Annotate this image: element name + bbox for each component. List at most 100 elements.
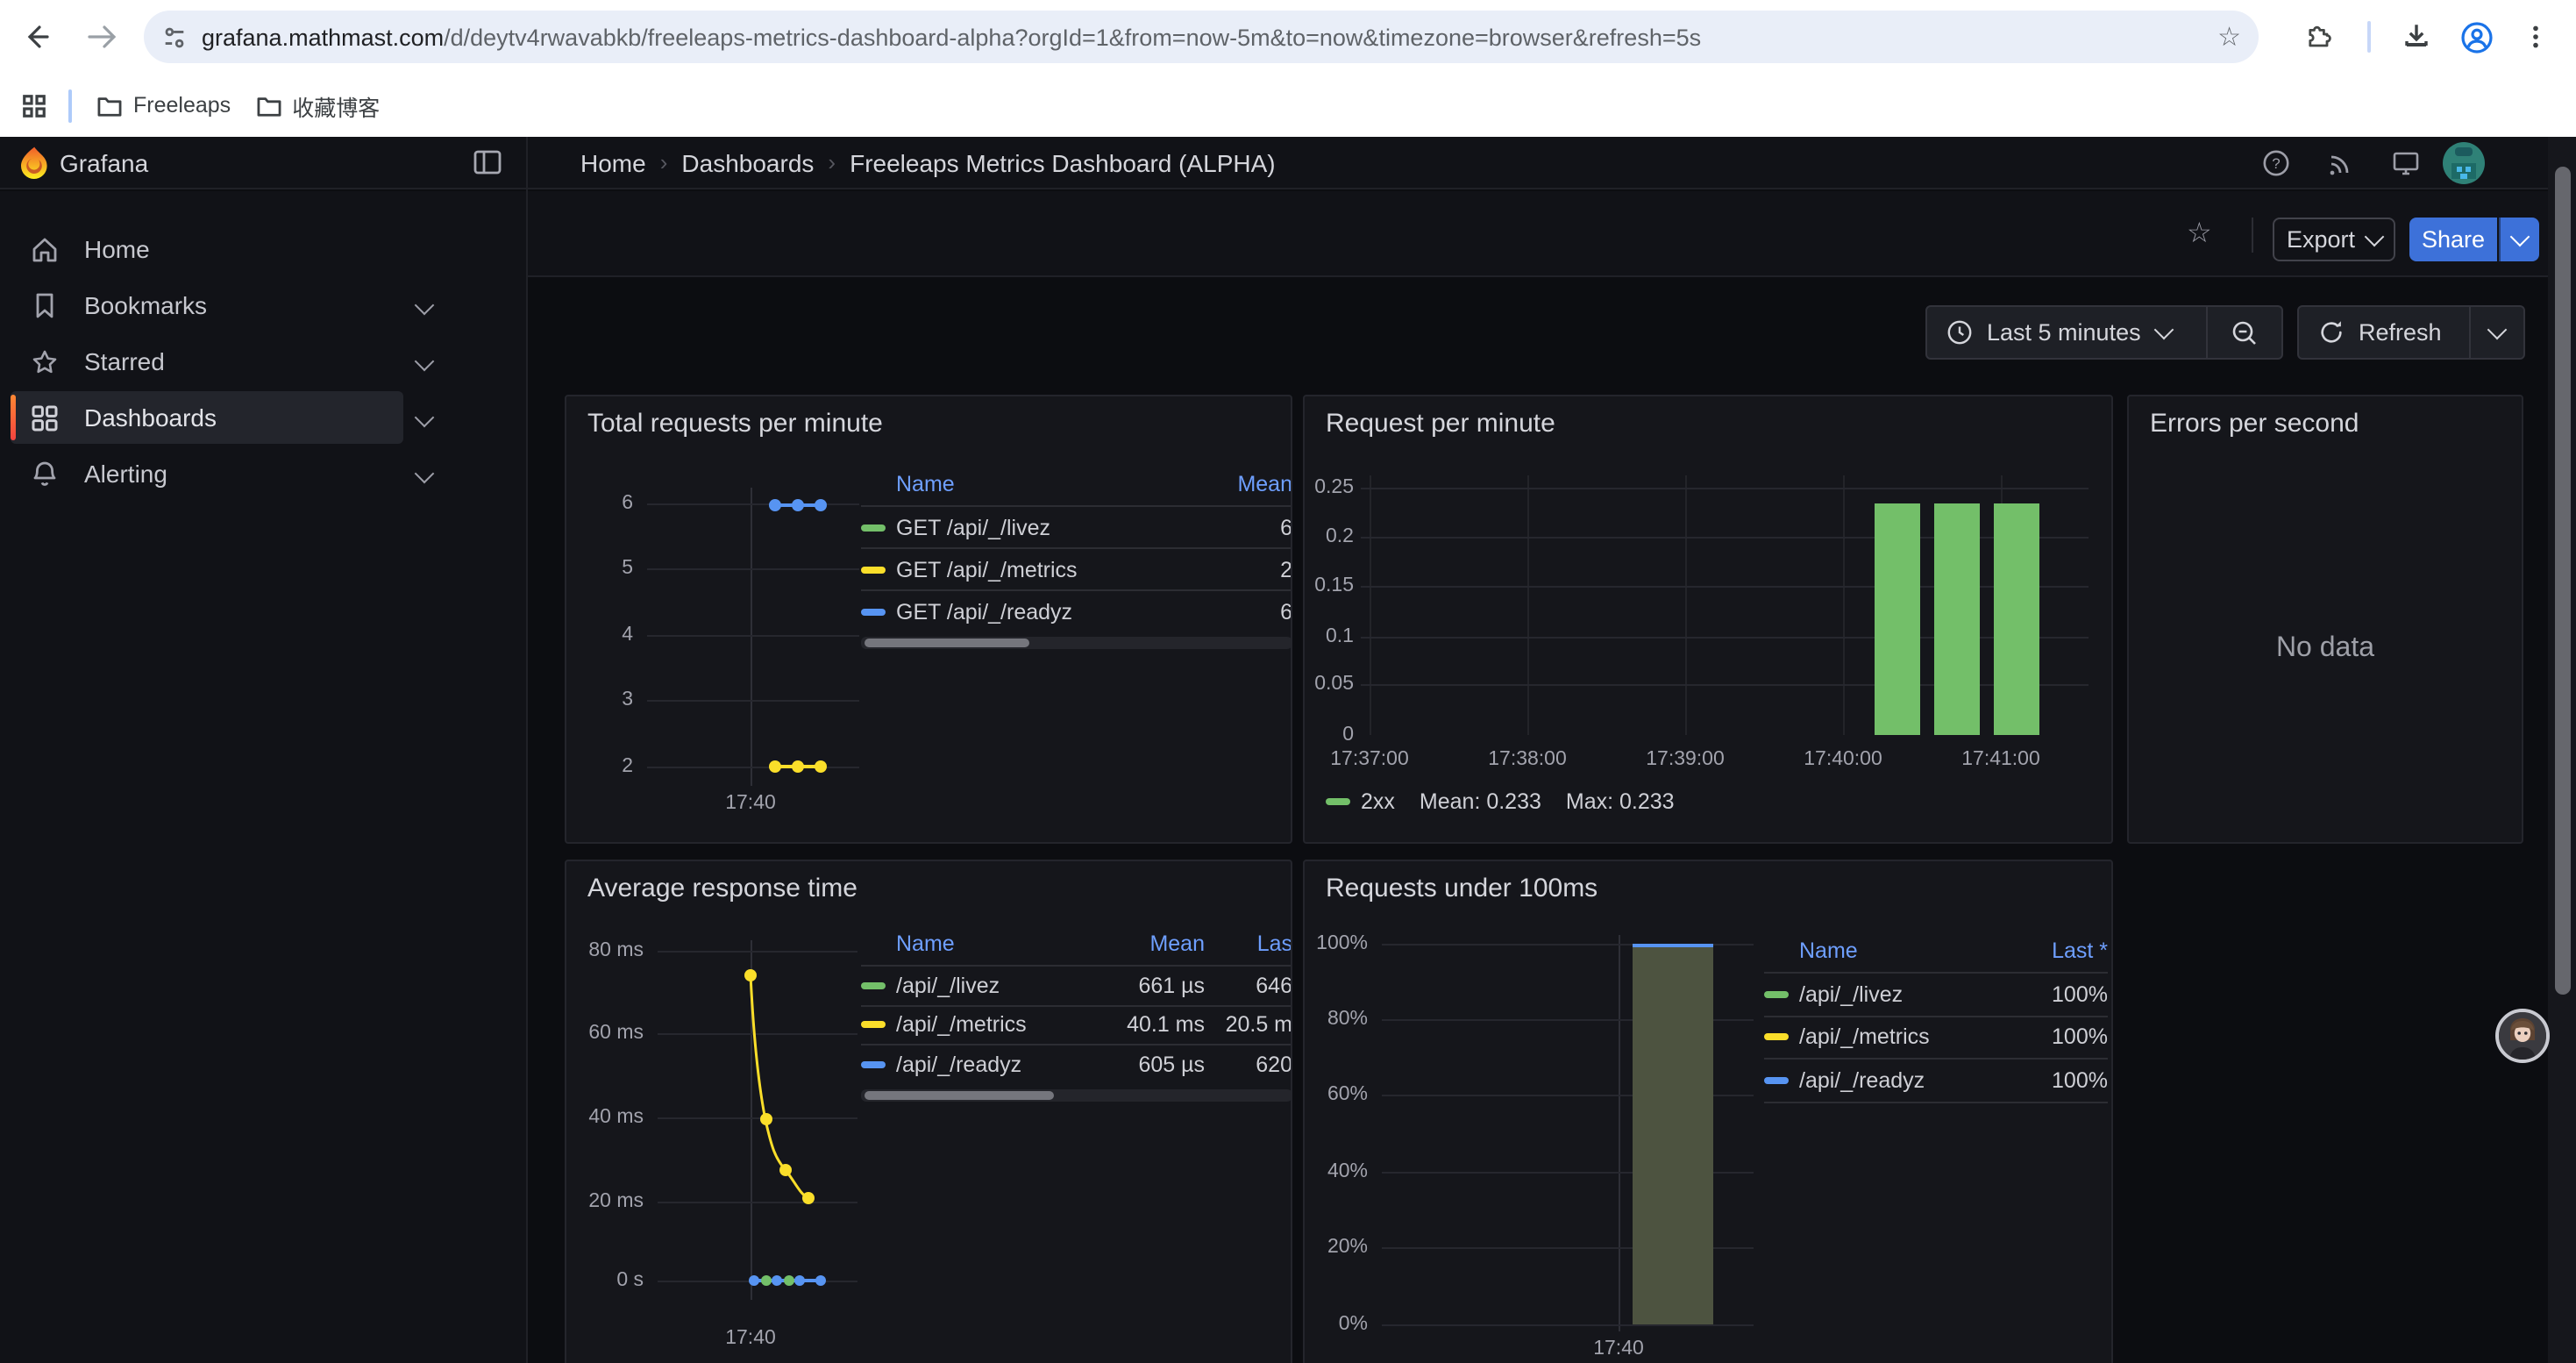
series-name[interactable]: /api/_/livez [896, 974, 1096, 998]
export-button[interactable]: Export [2273, 218, 2395, 261]
series-name[interactable]: /api/_/readyz [1799, 1068, 2017, 1093]
legend-row[interactable]: GET /api/_/metrics 2 [861, 547, 1292, 589]
plot-area[interactable] [647, 488, 859, 786]
sidebar-item-label: Home [84, 235, 150, 263]
user-avatar[interactable] [2443, 142, 2485, 184]
panel-title[interactable]: Total requests per minute [587, 409, 883, 439]
series-name[interactable]: GET /api/_/livez [896, 515, 1187, 539]
legend-mean-header[interactable]: Mean [1096, 931, 1205, 956]
downloads-button[interactable] [2395, 16, 2437, 58]
series-name[interactable]: /api/_/metrics [896, 1013, 1096, 1038]
series-name[interactable]: /api/_/livez [1799, 982, 2017, 1007]
legend-scrollbar[interactable] [861, 637, 1292, 649]
legend-scrollbar[interactable] [861, 1088, 1292, 1101]
series-name[interactable]: /api/_/readyz [896, 1053, 1096, 1077]
series-name[interactable]: GET /api/_/metrics [896, 557, 1187, 582]
url-bar[interactable]: grafana.mathmast.com/d/deytv4rwavabkb/fr… [144, 11, 2259, 63]
share-button[interactable]: Share [2409, 218, 2497, 261]
refresh-interval-dropdown[interactable] [2471, 307, 2523, 358]
panel-avg-response-time[interactable]: Average response time 80 ms 60 ms 40 ms … [565, 860, 1292, 1363]
legend-row[interactable]: /api/_/livez 100% [1764, 972, 2108, 1015]
panel-title[interactable]: Requests under 100ms [1326, 874, 1598, 903]
legend-row[interactable]: /api/_/metrics 40.1 ms 20.5 m [861, 1004, 1292, 1044]
display-button[interactable] [2392, 149, 2420, 177]
favorite-dashboard-star-icon[interactable]: ☆ [2187, 216, 2212, 251]
series-name[interactable]: 2xx [1361, 789, 1395, 814]
breadcrumb-separator: › [646, 149, 682, 175]
bookmark-folder-blogs[interactable]: 收藏博客 [255, 89, 380, 122]
series-name[interactable]: /api/_/metrics [1799, 1025, 2017, 1050]
zoom-out-button[interactable] [2208, 307, 2281, 358]
page-scrollbar-thumb[interactable] [2554, 167, 2570, 995]
legend-row[interactable]: /api/_/livez 661 µs 646 [861, 965, 1292, 1004]
data-point [760, 1275, 771, 1286]
sidebar-item-starred[interactable]: Starred [11, 335, 403, 388]
plot-area[interactable] [658, 940, 857, 1300]
help-button[interactable]: ? [2262, 149, 2290, 177]
breadcrumb-current-page: Freeleaps Metrics Dashboard (ALPHA) [850, 148, 1276, 176]
tune-icon[interactable] [161, 24, 188, 50]
grafana-logo[interactable] [18, 146, 51, 181]
panel-title[interactable]: Errors per second [2150, 409, 2359, 439]
svg-text:?: ? [2272, 155, 2280, 172]
series-name[interactable]: GET /api/_/readyz [896, 599, 1187, 624]
data-point [815, 498, 827, 510]
sidebar-item-home[interactable]: Home [11, 223, 403, 275]
sidebar-item-dashboards[interactable]: Dashboards [11, 391, 403, 444]
series-color-pill [861, 608, 886, 615]
x-tick: 17:37:00 [1330, 749, 1409, 770]
chevron-down-icon[interactable] [415, 352, 435, 372]
panel-request-per-minute[interactable]: Request per minute 0.25 0.2 0.15 0.1 0.0… [1303, 395, 2113, 844]
browser-forward-button[interactable] [81, 16, 123, 58]
plot-area[interactable] [1361, 475, 2089, 735]
page-scrollbar[interactable] [2548, 137, 2576, 1363]
bookmark-folder-freeleaps[interactable]: Freeleaps [96, 93, 231, 118]
panel-title[interactable]: Average response time [587, 874, 857, 903]
bookmark-star-icon[interactable]: ☆ [2217, 21, 2241, 53]
legend-last-header[interactable]: Last * [2017, 938, 2108, 963]
chevron-down-icon[interactable] [415, 408, 435, 428]
data-point [791, 760, 803, 773]
panel-title[interactable]: Request per minute [1326, 409, 1555, 439]
legend-scrollbar-thumb[interactable] [865, 639, 1029, 647]
brand-name[interactable]: Grafana [60, 149, 148, 177]
plot-area[interactable] [1382, 935, 1754, 1331]
legend-name-header[interactable]: Name [861, 931, 1096, 956]
series-mean: 6 [1187, 515, 1292, 539]
y-tick: 100% [1305, 933, 1368, 954]
legend-row[interactable]: GET /api/_/livez 6 [861, 505, 1292, 547]
browser-profile-button[interactable] [2455, 16, 2497, 58]
bookmark-icon [30, 290, 60, 320]
legend-row[interactable]: GET /api/_/readyz 6 [861, 589, 1292, 632]
share-dropdown-button[interactable] [2499, 218, 2539, 261]
apps-grid-button[interactable] [21, 92, 47, 118]
breadcrumb-dashboards[interactable]: Dashboards [681, 148, 814, 176]
legend-row[interactable]: /api/_/readyz 605 µs 620 [861, 1044, 1292, 1083]
time-range-picker[interactable]: Last 5 minutes [1925, 305, 2283, 360]
legend-last-header[interactable]: Las [1205, 931, 1292, 956]
legend-mean-header[interactable]: Mean [1187, 472, 1292, 496]
refresh-controls[interactable]: Refresh [2297, 305, 2525, 360]
sidebar-item-alerting[interactable]: Alerting [11, 447, 403, 500]
extensions-button[interactable] [2297, 16, 2339, 58]
dock-sidebar-button[interactable] [473, 149, 502, 175]
panel-total-requests[interactable]: Total requests per minute 6 5 4 3 2 17:4… [565, 395, 1292, 844]
panel-errors-per-second[interactable]: Errors per second No data [2127, 395, 2523, 844]
assistant-avatar[interactable] [2495, 1009, 2550, 1063]
chevron-down-icon[interactable] [415, 464, 435, 484]
browser-menu-button[interactable] [2515, 16, 2557, 58]
legend-scrollbar-thumb[interactable] [865, 1090, 1054, 1099]
legend-name-header[interactable]: Name [1764, 938, 2017, 963]
breadcrumb-home[interactable]: Home [580, 148, 646, 176]
chevron-down-icon[interactable] [415, 296, 435, 316]
legend-name-header[interactable]: Name [861, 472, 1187, 496]
kebab-menu-icon [2523, 25, 2548, 49]
sidebar-item-bookmarks[interactable]: Bookmarks [11, 279, 403, 332]
panel-requests-under-100ms[interactable]: Requests under 100ms 100% 80% 60% 40% 20… [1303, 860, 2113, 1363]
url-text[interactable]: grafana.mathmast.com/d/deytv4rwavabkb/fr… [202, 24, 2217, 50]
legend-row[interactable]: /api/_/metrics 100% [1764, 1015, 2108, 1058]
browser-back-button[interactable] [14, 16, 56, 58]
news-button[interactable] [2327, 149, 2355, 177]
sidebar-item-label: Dashboards [84, 403, 217, 432]
legend-row[interactable]: /api/_/readyz 100% [1764, 1058, 2108, 1103]
